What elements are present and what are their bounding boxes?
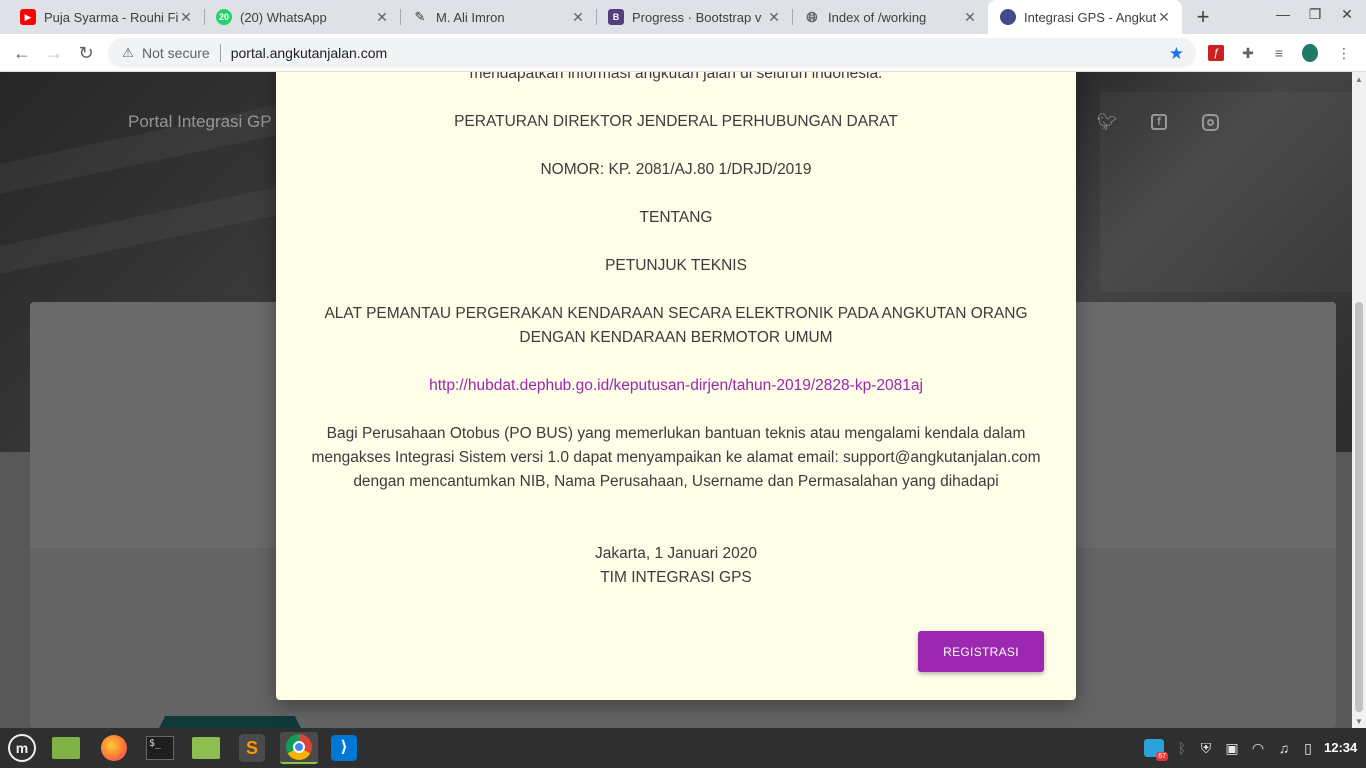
regulation-link[interactable]: http://hubdat.dephub.go.id/keputusan-dir…: [429, 377, 923, 394]
close-icon[interactable]: ✕: [570, 9, 586, 25]
close-icon[interactable]: ✕: [962, 9, 978, 25]
taskbar: m $_ S ⟩ 67 ᛒ ⛨ ▣ ◠ ♫ ▯ 12:34: [0, 728, 1366, 768]
files-icon[interactable]: [50, 732, 82, 764]
info-modal: mendapatkan informasi angkutan jalan di …: [276, 72, 1076, 700]
tab-title: (20) WhatsApp: [240, 9, 327, 25]
minimize-button[interactable]: —: [1273, 6, 1293, 22]
place-date: Jakarta, 1 Januari 2020: [595, 545, 757, 562]
tab-strip: ▶ Puja Syarma - Rouhi Fi ✕ 20 (20) Whats…: [0, 0, 1366, 34]
telegram-icon[interactable]: 67: [1143, 738, 1168, 761]
whatsapp-icon: 20: [216, 9, 232, 25]
modal-intro-text: mendapatkan informasi angkutan jalan di …: [469, 72, 883, 82]
youtube-icon: ▶: [20, 9, 36, 25]
shield-icon[interactable]: ⛨: [1196, 738, 1216, 758]
mint-menu-icon[interactable]: m: [6, 732, 38, 764]
tab-title: Integrasi GPS - Angkut: [1024, 9, 1156, 25]
site-logo-icon: [1000, 9, 1016, 25]
tab-title: M. Ali Imron: [436, 9, 505, 25]
bootstrap-icon: B: [608, 9, 624, 25]
address-bar[interactable]: ⚠ Not secure portal.angkutanjalan.com ★: [108, 38, 1196, 68]
vscode-icon[interactable]: ⟩: [328, 732, 360, 764]
scrollbar-thumb[interactable]: [1355, 302, 1363, 712]
clock[interactable]: 12:34: [1324, 740, 1357, 755]
tab-title: Index of /working: [828, 9, 927, 25]
profile-avatar[interactable]: [1300, 42, 1320, 64]
globe-icon: 🌐︎: [806, 8, 818, 25]
regulation-guide: PETUNJUK TEKNIS: [605, 257, 747, 274]
tab-title: Puja Syarma - Rouhi Fi: [44, 9, 178, 25]
bookmark-star-icon[interactable]: ★: [1169, 44, 1184, 64]
media-queue-icon[interactable]: ≡: [1269, 43, 1289, 63]
regulation-about: TENTANG: [639, 209, 713, 226]
tab-whatsapp[interactable]: 20 (20) WhatsApp ✕: [204, 0, 400, 34]
terminal-icon[interactable]: $_: [144, 732, 176, 764]
close-icon[interactable]: ✕: [374, 9, 390, 25]
firefox-icon[interactable]: [98, 732, 130, 764]
battery-icon[interactable]: ▯: [1298, 738, 1318, 758]
forward-button[interactable]: →: [42, 41, 66, 65]
chrome-icon[interactable]: [280, 732, 318, 764]
tab-integrasi-gps[interactable]: Integrasi GPS - Angkut ✕: [988, 0, 1182, 34]
regulation-title: PERATURAN DIREKTOR JENDERAL PERHUBUNGAN …: [454, 113, 898, 130]
reload-button[interactable]: ↻: [74, 41, 98, 65]
restore-button[interactable]: ❐: [1305, 6, 1325, 23]
tab-youtube[interactable]: ▶ Puja Syarma - Rouhi Fi ✕: [8, 0, 204, 34]
screen-icon[interactable]: ▣: [1222, 738, 1242, 758]
telegram-badge: 67: [1156, 752, 1168, 761]
browser-toolbar: ← → ↻ ⚠ Not secure portal.angkutanjalan.…: [0, 34, 1366, 72]
regulation-number: NOMOR: KP. 2081/AJ.80 1/DRJD/2019: [540, 161, 812, 178]
new-tab-button[interactable]: +: [1190, 4, 1216, 30]
close-window-button[interactable]: ✕: [1337, 6, 1357, 23]
url-text[interactable]: portal.angkutanjalan.com: [231, 45, 387, 61]
music-icon[interactable]: ♫: [1274, 738, 1294, 758]
menu-kebab-icon[interactable]: ⋮: [1334, 43, 1354, 63]
extensions-puzzle-icon[interactable]: ✚: [1238, 43, 1258, 63]
pen-icon: ✎: [414, 9, 426, 24]
scroll-down-arrow-icon[interactable]: ▼: [1352, 714, 1366, 728]
tab-title: Progress · Bootstrap v: [632, 9, 762, 25]
regulation-link-paragraph: http://hubdat.dephub.go.id/keputusan-dir…: [296, 374, 1056, 398]
close-icon[interactable]: ✕: [1156, 9, 1172, 25]
sublime-icon[interactable]: S: [236, 732, 268, 764]
wifi-icon[interactable]: ◠: [1248, 738, 1268, 758]
regulation-subject: ALAT PEMANTAU PERGERAKAN KENDARAAN SECAR…: [324, 305, 1028, 346]
security-label[interactable]: Not secure: [142, 45, 210, 61]
signature: TIM INTEGRASI GPS: [600, 569, 752, 586]
close-icon[interactable]: ✕: [178, 9, 194, 25]
close-icon[interactable]: ✕: [766, 9, 782, 25]
back-button[interactable]: ←: [10, 41, 34, 65]
tab-bootstrap[interactable]: B Progress · Bootstrap v ✕: [596, 0, 792, 34]
tab-ali-imron[interactable]: ✎ M. Ali Imron ✕: [400, 0, 596, 34]
scroll-up-arrow-icon[interactable]: ▲: [1352, 72, 1366, 86]
folder-icon[interactable]: [190, 732, 222, 764]
warning-icon[interactable]: ⚠: [120, 45, 136, 61]
page-scrollbar[interactable]: ▲ ▼: [1352, 72, 1366, 728]
support-text: Bagi Perusahaan Otobus (PO BUS) yang mem…: [311, 425, 1041, 490]
tab-index-working[interactable]: 🌐︎ Index of /working ✕: [792, 0, 988, 34]
flash-extension-icon[interactable]: ƒ: [1206, 43, 1226, 63]
omnibox-divider: [219, 44, 221, 62]
page-viewport: Portal Integrasi GP 🐦︎ f mendapatkan inf…: [0, 72, 1352, 728]
registrasi-button[interactable]: REGISTRASI: [918, 631, 1044, 672]
bluetooth-icon[interactable]: ᛒ: [1172, 738, 1192, 758]
